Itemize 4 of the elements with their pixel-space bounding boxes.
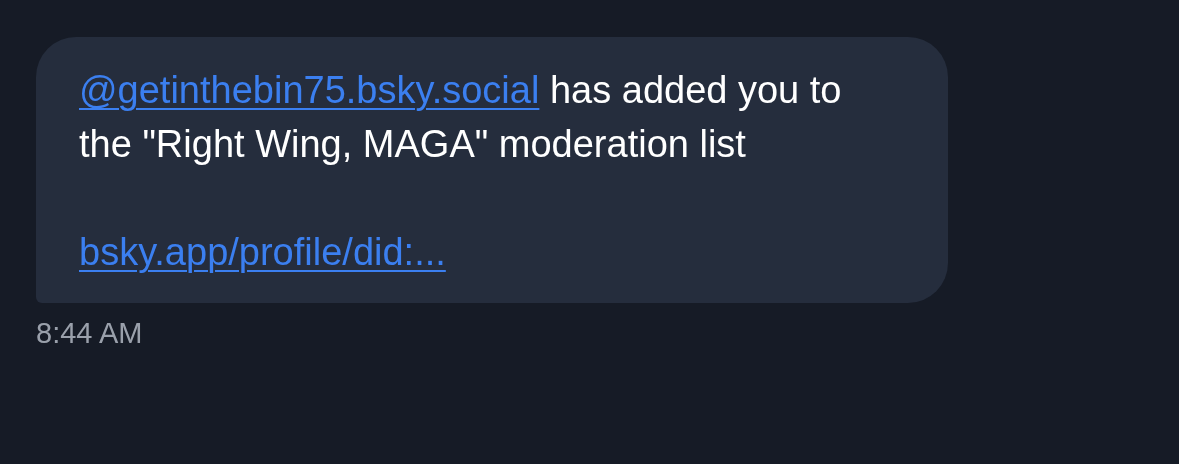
message-timestamp: 8:44 AM — [36, 317, 143, 350]
profile-link[interactable]: bsky.app/profile/did:... — [79, 231, 446, 273]
message-text: @getinthebin75.bsky.social has added you to the "Right Wing, MAGA" moderation list — [79, 68, 843, 167]
mention-link[interactable]: @getinthebin75.bsky.social — [79, 69, 540, 111]
